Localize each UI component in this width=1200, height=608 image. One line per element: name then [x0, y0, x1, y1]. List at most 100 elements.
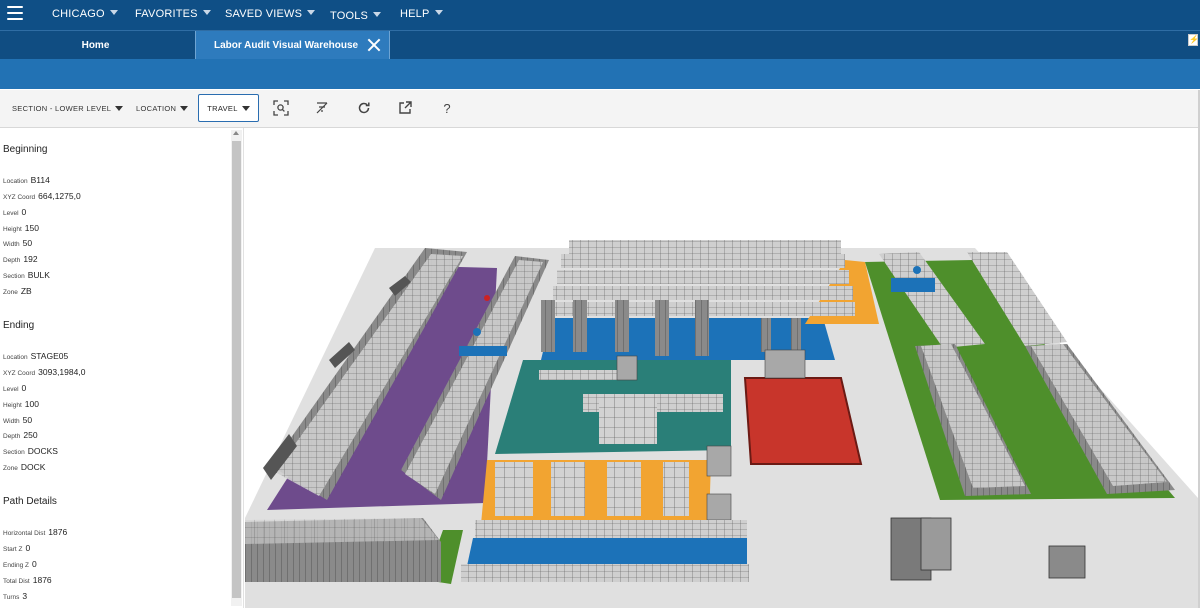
field-value: B114: [30, 175, 50, 185]
beginning-width: Width 50: [3, 238, 32, 248]
end-pin-blue: [913, 266, 921, 274]
path-horizontal-dist: Horizontal Dist 1876: [3, 527, 67, 537]
nav-menu-chicago[interactable]: CHICAGO: [52, 8, 118, 20]
path-turns: Turns 3: [3, 591, 27, 601]
field-value: DOCKS: [27, 446, 58, 456]
field-label: Horizontal Dist: [3, 530, 46, 537]
field-label: Ending Z: [3, 562, 30, 569]
field-label: Height: [3, 226, 22, 233]
nav-menu-label: CHICAGO: [52, 8, 105, 20]
tab-label: Labor Audit Visual Warehouse: [214, 39, 359, 51]
field-value: 150: [24, 223, 39, 233]
ending-section: Section DOCKS: [3, 446, 58, 456]
field-value: 50: [22, 238, 33, 248]
caret-down-icon: [202, 10, 211, 15]
nav-menu-favorites[interactable]: FAVORITES: [135, 8, 211, 20]
field-value: BULK: [27, 270, 50, 280]
warehouse-scene: [245, 240, 1198, 608]
field-value: 1876: [32, 575, 52, 585]
field-value: 1876: [48, 527, 68, 537]
ending-zone: Zone DOCK: [3, 462, 45, 472]
zoom-fit-icon[interactable]: [272, 99, 290, 117]
field-label: Depth: [3, 257, 21, 264]
field-label: Location: [3, 354, 28, 361]
scroll-up-icon[interactable]: [233, 131, 239, 135]
field-label: XYZ Coord: [3, 194, 36, 201]
panel-scrollbar-thumb[interactable]: [232, 141, 241, 598]
path-details-title: Path Details: [3, 496, 57, 507]
caret-down-icon: [109, 10, 118, 15]
path-total-dist: Total Dist 1876: [3, 575, 52, 585]
nav-menu-help[interactable]: HELP: [400, 8, 443, 20]
field-value: 0: [21, 207, 27, 217]
close-icon[interactable]: [367, 38, 381, 52]
tab-labor-audit-visual-warehouse[interactable]: Labor Audit Visual Warehouse: [195, 31, 390, 59]
field-value: 0: [32, 559, 37, 569]
field-label: Width: [3, 241, 20, 248]
ending-location: Location STAGE05: [3, 351, 68, 361]
field-label: Section: [3, 273, 25, 280]
ending-title: Ending: [3, 320, 35, 331]
field-label: Start Z: [3, 546, 23, 553]
nav-menu-tools[interactable]: TOOLS: [330, 10, 382, 22]
ending-xyz-coord: XYZ Coord 3093,1984,0: [3, 367, 85, 377]
field-label: Total Dist: [3, 578, 30, 585]
field-label: Section: [3, 449, 25, 456]
refresh-icon[interactable]: [355, 99, 373, 117]
header-band: [0, 59, 1200, 89]
clear-filter-icon[interactable]: [313, 99, 331, 117]
caret-down-icon: [180, 105, 189, 111]
field-label: Level: [3, 210, 19, 217]
hamburger-menu-icon[interactable]: [7, 6, 23, 20]
beginning-title: Beginning: [3, 144, 48, 155]
location-dropdown-label: LOCATION: [136, 103, 177, 113]
lightning-icon[interactable]: ⚡: [1188, 34, 1199, 46]
nav-menu-label: SAVED VIEWS: [225, 8, 303, 20]
nav-menu-label: HELP: [400, 8, 430, 20]
field-value: STAGE05: [30, 351, 69, 361]
toolbar: SECTION - LOWER LEVEL LOCATION TRAVEL ?: [0, 90, 1198, 128]
zone-blue-bottom: [467, 538, 747, 568]
start-marker-blue-bar: [459, 346, 507, 356]
caret-down-icon: [307, 10, 316, 15]
beginning-depth: Depth 192: [3, 254, 38, 264]
travel-details-panel: Beginning Location B114 XYZ Coord 664,1275…: [0, 128, 244, 608]
field-label: Height: [3, 402, 22, 409]
warehouse-3d-view[interactable]: [245, 128, 1198, 608]
beginning-xyz-coord: XYZ Coord 664,1275,0: [3, 191, 81, 201]
field-value: 100: [24, 399, 39, 409]
field-value: DOCK: [20, 462, 46, 472]
field-value: 192: [23, 254, 38, 264]
location-dropdown[interactable]: LOCATION: [136, 94, 189, 122]
beginning-section: Section BULK: [3, 270, 50, 280]
section-dropdown-label: SECTION - LOWER LEVEL: [12, 103, 112, 113]
field-label: Zone: [3, 289, 18, 296]
nav-menu-label: TOOLS: [330, 10, 369, 22]
travel-dropdown-label: TRAVEL: [207, 103, 238, 113]
caret-down-icon: [241, 105, 250, 111]
field-value: ZB: [20, 286, 32, 296]
ending-height: Height 100: [3, 399, 39, 409]
open-external-icon[interactable]: [396, 99, 414, 117]
tab-home[interactable]: Home: [0, 31, 195, 59]
path-ending-z: Ending Z0: [3, 559, 37, 569]
beginning-zone: Zone ZB: [3, 286, 32, 296]
travel-dropdown[interactable]: TRAVEL: [198, 94, 259, 122]
caret-down-icon: [434, 10, 443, 15]
beginning-level: Level 0: [3, 207, 26, 217]
beginning-location: Location B114: [3, 175, 50, 185]
top-navigation-bar: CHICAGO FAVORITES SAVED VIEWS TOOLS HELP: [0, 0, 1200, 30]
ending-width: Width 50: [3, 415, 32, 425]
field-label: Zone: [3, 465, 18, 472]
help-icon[interactable]: ?: [438, 99, 456, 117]
field-label: Location: [3, 178, 28, 185]
field-label: Depth: [3, 433, 21, 440]
field-label: Level: [3, 386, 19, 393]
nav-menu-saved-views[interactable]: SAVED VIEWS: [225, 8, 316, 20]
nav-menu-label: FAVORITES: [135, 8, 198, 20]
field-value: 250: [23, 430, 38, 440]
ending-level: Level 0: [3, 383, 26, 393]
field-value: 0: [25, 543, 31, 553]
tab-bar: Home Labor Audit Visual Warehouse ⚡: [0, 30, 1200, 59]
section-dropdown[interactable]: SECTION - LOWER LEVEL: [12, 94, 124, 122]
